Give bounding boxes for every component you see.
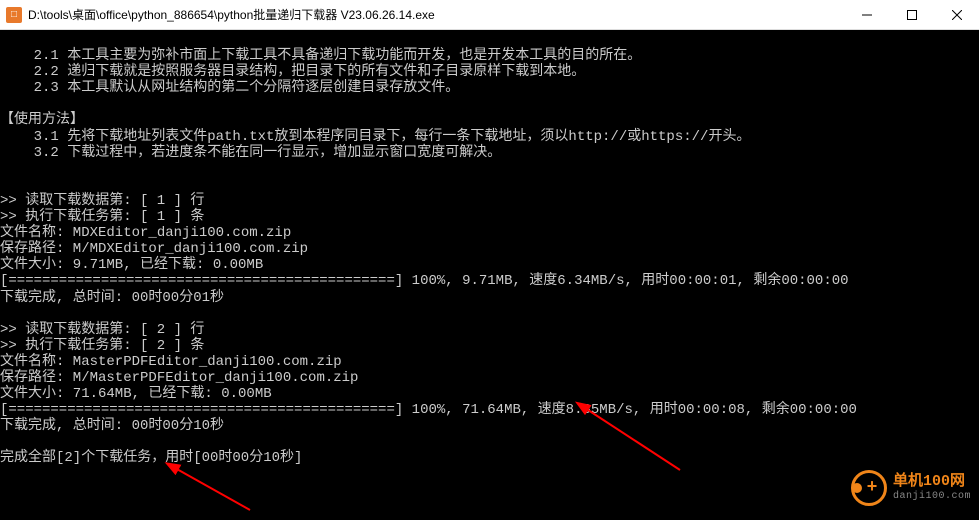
console-line: >> 读取下载数据第: [ 1 ] 行: [0, 193, 204, 209]
console-line: >> 执行下载任务第: [ 2 ] 条: [0, 338, 204, 354]
maximize-button[interactable]: [889, 0, 934, 29]
watermark: + 单机100网 danji100.com: [851, 470, 971, 506]
minimize-icon: [862, 10, 872, 20]
app-icon: □: [6, 7, 22, 23]
console-line: 3.2 下载过程中，若进度条不能在同一行显示，增加显示窗口宽度可解决。: [0, 145, 501, 161]
console-line: 保存路径: M/MDXEditor_danji100.com.zip: [0, 241, 308, 257]
console-line: >> 读取下载数据第: [ 2 ] 行: [0, 322, 204, 338]
close-icon: [952, 10, 962, 20]
console-line: 保存路径: M/MasterPDFEditor_danji100.com.zip: [0, 370, 358, 386]
console-line: 下载完成, 总时间: 00时00分10秒: [0, 418, 224, 434]
console-line: 文件大小: 9.71MB, 已经下载: 0.00MB: [0, 257, 263, 273]
console-line: 文件名称: MasterPDFEditor_danji100.com.zip: [0, 354, 342, 370]
console-line: 2.2 递归下载就是按照服务器目录结构，把目录下的所有文件和子目录原样下载到本地…: [0, 64, 585, 80]
watermark-text: 单机100网 danji100.com: [893, 474, 971, 502]
window-controls: [844, 0, 979, 29]
console-line: 3.1 先将下载地址列表文件path.txt放到本程序同目录下，每行一条下载地址…: [0, 129, 750, 145]
annotation-arrow-icon: [160, 460, 260, 520]
close-button[interactable]: [934, 0, 979, 29]
console-line: 2.1 本工具主要为弥补市面上下载工具不具备递归下载功能而开发，也是开发本工具的…: [0, 48, 641, 64]
console-line: 文件名称: MDXEditor_danji100.com.zip: [0, 225, 291, 241]
title-bar: □ D:\tools\桌面\office\python_886654\pytho…: [0, 0, 979, 30]
console-line: 文件大小: 71.64MB, 已经下载: 0.00MB: [0, 386, 272, 402]
console-line: 【使用方法】: [0, 112, 84, 128]
watermark-url: danji100.com: [893, 491, 971, 502]
minimize-button[interactable]: [844, 0, 889, 29]
console-output[interactable]: 2.1 本工具主要为弥补市面上下载工具不具备递归下载功能而开发，也是开发本工具的…: [0, 30, 979, 512]
console-line: >> 执行下载任务第: [ 1 ] 条: [0, 209, 204, 225]
watermark-logo-icon: +: [851, 470, 887, 506]
watermark-title: 单机100网: [893, 474, 971, 491]
console-line: 完成全部[2]个下载任务，用时[00时00分10秒]: [0, 450, 302, 466]
console-line: 2.3 本工具默认从网址结构的第二个分隔符逐层创建目录存放文件。: [0, 80, 459, 96]
window-title: D:\tools\桌面\office\python_886654\python批…: [28, 6, 844, 23]
console-line: [=======================================…: [0, 273, 849, 289]
console-line: 下载完成, 总时间: 00时00分01秒: [0, 290, 224, 306]
console-line: [=======================================…: [0, 402, 857, 418]
maximize-icon: [907, 10, 917, 20]
